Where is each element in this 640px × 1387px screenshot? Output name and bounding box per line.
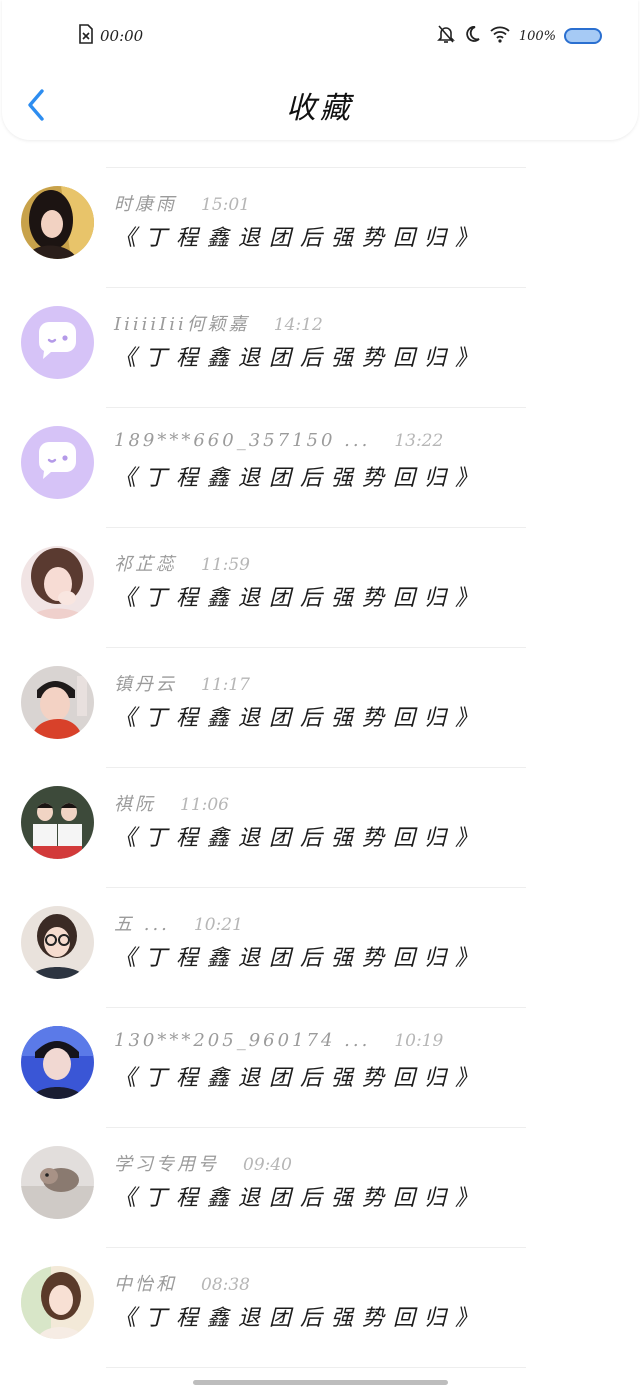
list-item[interactable]: 祺阮 11:06 《丁程鑫退团后强势回归》 [0, 760, 640, 888]
item-time: 10:21 [193, 915, 243, 935]
item-time: 11:06 [180, 795, 229, 815]
list-item[interactable]: 中怡和 08:38 《丁程鑫退团后强势回归》 [0, 1240, 640, 1368]
item-meta: 镇丹云 11:17 [114, 670, 250, 696]
item-time: 11:17 [201, 675, 250, 695]
user-name: 学习专用号 [114, 1154, 219, 1175]
default-chat-icon [21, 306, 94, 379]
avatar [21, 1026, 94, 1099]
list-item[interactable]: 五 ... 10:21 《丁程鑫退团后强势回归》 [0, 880, 640, 1008]
item-time: 11:59 [201, 555, 250, 575]
item-meta: 祁芷蕊 11:59 [114, 550, 250, 576]
user-name: IiiiiIii何颖嘉 [114, 314, 250, 335]
item-title: 《丁程鑫退团后强势回归》 [114, 1306, 487, 1331]
item-title: 《丁程鑫退团后强势回归》 [114, 1186, 487, 1211]
status-left: 00:00 [78, 24, 143, 48]
item-time: 09:40 [243, 1155, 292, 1175]
item-time: 14:12 [273, 315, 323, 335]
item-time: 15:01 [201, 195, 250, 215]
item-title: 《丁程鑫退团后强势回归》 [114, 586, 487, 611]
user-name: 130***205_960174 ... [114, 1030, 371, 1051]
battery-icon [564, 28, 602, 44]
home-indicator[interactable] [193, 1380, 448, 1385]
wifi-icon [489, 25, 511, 47]
user-name: 五 ... [114, 914, 170, 935]
avatar [21, 786, 94, 859]
item-meta: 五 ... 10:21 [114, 910, 243, 936]
avatar [21, 306, 94, 379]
list-item[interactable]: 130***205_960174 ... 10:19 《丁程鑫退团后强势回归》 [0, 1000, 640, 1128]
item-meta: 中怡和 08:38 [114, 1270, 250, 1296]
avatar [21, 546, 94, 619]
page-title: 收藏 [286, 91, 354, 126]
item-time: 10:19 [394, 1031, 444, 1051]
item-meta: 学习专用号 09:40 [114, 1150, 292, 1176]
item-meta: 祺阮 11:06 [114, 790, 229, 816]
user-name: 祺阮 [114, 794, 156, 815]
item-title: 《丁程鑫退团后强势回归》 [114, 826, 487, 851]
item-time: 13:22 [394, 431, 444, 451]
item-title: 《丁程鑫退团后强势回归》 [114, 466, 487, 491]
avatar [21, 666, 94, 739]
default-chat-icon [21, 426, 94, 499]
item-meta: 时康雨 15:01 [114, 190, 250, 216]
item-title: 《丁程鑫退团后强势回归》 [114, 226, 487, 251]
nav-bar: 收藏 [2, 75, 638, 135]
item-title: 《丁程鑫退团后强势回归》 [114, 1066, 487, 1091]
item-time: 08:38 [201, 1275, 250, 1295]
sim-missing-icon [78, 24, 94, 48]
bell-off-icon [436, 24, 455, 48]
list-item[interactable]: 祁芷蕊 11:59 《丁程鑫退团后强势回归》 [0, 520, 640, 648]
moon-icon [463, 25, 481, 47]
item-meta: IiiiiIii何颖嘉 14:12 [114, 310, 323, 336]
divider [106, 1367, 526, 1368]
list-item[interactable]: IiiiiIii何颖嘉 14:12 《丁程鑫退团后强势回归》 [0, 280, 640, 408]
item-meta: 189***660_357150 ... 13:22 [114, 430, 443, 451]
list-item[interactable]: 学习专用号 09:40 《丁程鑫退团后强势回归》 [0, 1120, 640, 1248]
status-time: 00:00 [100, 27, 144, 45]
list-item[interactable]: 时康雨 15:01 《丁程鑫退团后强势回归》 [0, 160, 640, 288]
user-name: 中怡和 [114, 1274, 177, 1295]
avatar [21, 1146, 94, 1219]
status-bar: 00:00 100% [2, 20, 638, 50]
list-item[interactable]: 镇丹云 11:17 《丁程鑫退团后强势回归》 [0, 640, 640, 768]
avatar [21, 426, 94, 499]
header: 00:00 100% 收藏 [2, 0, 638, 140]
avatar [21, 1266, 94, 1339]
avatar [21, 186, 94, 259]
battery-percentage: 100% [518, 28, 556, 44]
item-title: 《丁程鑫退团后强势回归》 [114, 706, 487, 731]
user-name: 时康雨 [114, 194, 177, 215]
item-meta: 130***205_960174 ... 10:19 [114, 1030, 443, 1051]
status-right: 100% [436, 24, 602, 48]
list-item[interactable]: 189***660_357150 ... 13:22 《丁程鑫退团后强势回归》 [0, 400, 640, 528]
user-name: 祁芷蕊 [114, 554, 177, 575]
item-title: 《丁程鑫退团后强势回归》 [114, 946, 487, 971]
avatar [21, 906, 94, 979]
user-name: 189***660_357150 ... [114, 430, 371, 451]
user-name: 镇丹云 [114, 674, 177, 695]
item-title: 《丁程鑫退团后强势回归》 [114, 346, 487, 371]
